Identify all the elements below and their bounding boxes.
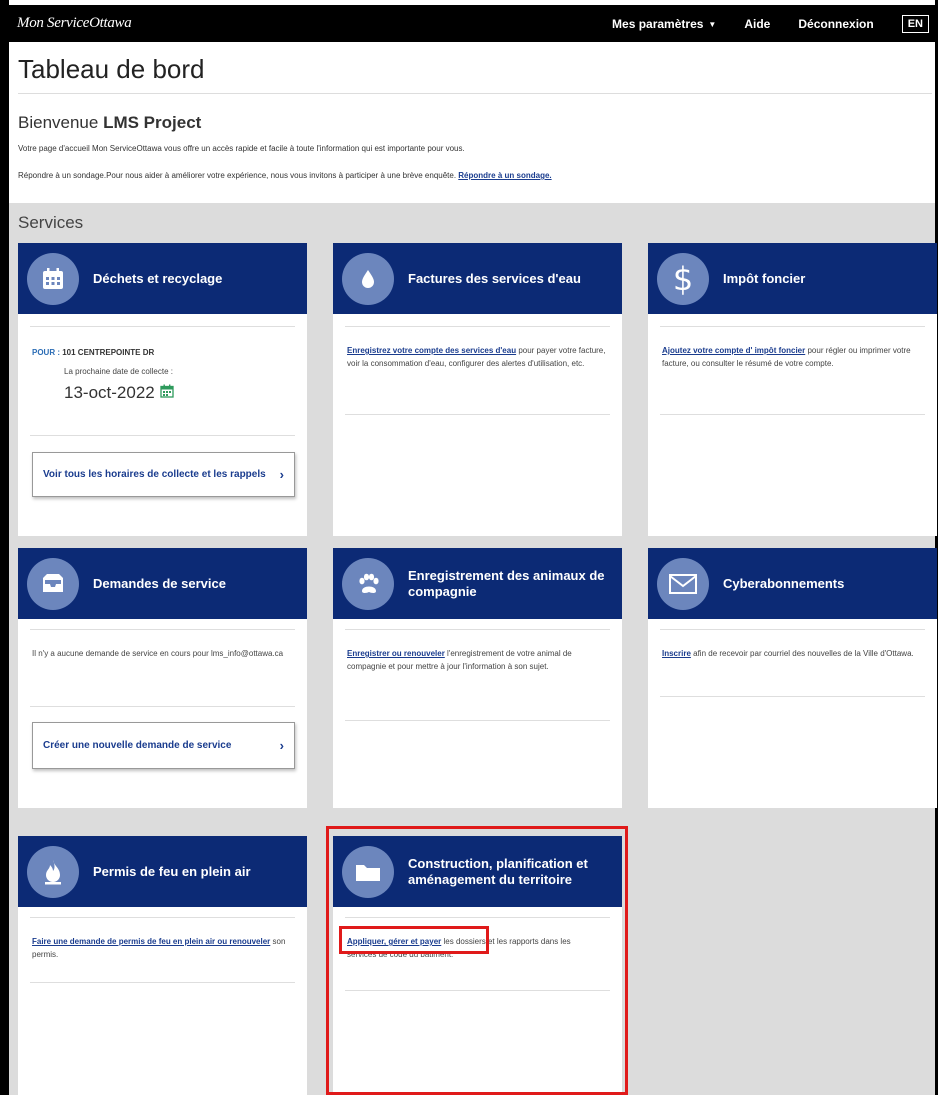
apply-fire-permit-link[interactable]: Faire une demande de permis de feu en pl… bbox=[32, 937, 270, 946]
divider bbox=[30, 982, 295, 983]
property-tax-card-title: Impôt foncier bbox=[723, 270, 806, 286]
welcome-prefix: Bienvenue bbox=[18, 113, 104, 132]
water-bills-card: Factures des services d'eau Enregistrez … bbox=[333, 243, 622, 536]
service-requests-card: Demandes de service Il n'y a aucune dema… bbox=[18, 548, 307, 808]
property-tax-card-header[interactable]: $ Impôt foncier bbox=[648, 243, 937, 314]
envelope-icon bbox=[657, 557, 709, 610]
survey-text: Répondre à un sondage.Pour nous aider à … bbox=[18, 171, 552, 180]
chevron-right-icon: › bbox=[279, 467, 284, 482]
pour-label: POUR : bbox=[32, 348, 60, 357]
open-air-fire-permit-text: Faire une demande de permis de feu en pl… bbox=[32, 935, 294, 961]
e-subscriptions-card: Cyberabonnements Inscrire afin de recevo… bbox=[648, 548, 937, 808]
divider bbox=[660, 414, 925, 415]
divider bbox=[660, 326, 925, 327]
next-collection-date-value: 13-oct-2022 bbox=[64, 383, 155, 402]
settings-menu-label: Mes paramètres bbox=[612, 16, 704, 31]
site-logo[interactable]: Mon ServiceOttawa bbox=[17, 15, 132, 32]
highlight-box bbox=[326, 826, 628, 1095]
welcome-message: Bienvenue LMS Project bbox=[18, 113, 201, 133]
water-bills-card-title: Factures des services d'eau bbox=[408, 270, 581, 286]
language-toggle-button[interactable]: EN bbox=[901, 14, 929, 33]
divider bbox=[30, 435, 295, 436]
divider bbox=[30, 706, 295, 707]
open-air-fire-permit-card-title: Permis de feu en plein air bbox=[93, 863, 251, 879]
page-title: Tableau de bord bbox=[18, 54, 205, 84]
property-tax-card: $ Impôt foncier Ajoutez votre compte d' … bbox=[648, 243, 937, 536]
water-bills-card-header[interactable]: Factures des services d'eau bbox=[333, 243, 622, 314]
settings-menu[interactable]: Mes paramètres ▼ bbox=[612, 17, 716, 31]
divider bbox=[660, 629, 925, 630]
paw-icon bbox=[342, 557, 394, 610]
survey-link[interactable]: Répondre à un sondage. bbox=[458, 171, 551, 180]
top-navigation-bar: Mon ServiceOttawa Mes paramètres ▼ Aide D… bbox=[9, 5, 935, 42]
next-collection-label: La prochaine date de collecte : bbox=[64, 367, 173, 376]
highlight-box bbox=[339, 926, 489, 954]
service-requests-text: Il n'y a aucune demande de service en co… bbox=[32, 649, 284, 658]
register-water-account-link[interactable]: Enregistrez votre compte des services d'… bbox=[347, 346, 516, 355]
water-bills-text: Enregistrez votre compte des services d'… bbox=[347, 344, 609, 370]
survey-description: Répondre à un sondage.Pour nous aider à … bbox=[18, 171, 459, 180]
pet-registration-text: Enregistrer ou renouveler l'enregistreme… bbox=[347, 647, 609, 673]
waste-card: Déchets et recyclage POUR : 101 CENTREPO… bbox=[18, 243, 307, 536]
service-requests-card-title: Demandes de service bbox=[93, 575, 226, 591]
divider bbox=[345, 414, 610, 415]
dollar-icon: $ bbox=[657, 252, 709, 305]
divider bbox=[30, 326, 295, 327]
open-air-fire-permit-card: Permis de feu en plein air Faire une dem… bbox=[18, 836, 307, 1095]
waste-card-header[interactable]: Déchets et recyclage bbox=[18, 243, 307, 314]
open-air-fire-permit-card-header[interactable]: Permis de feu en plein air bbox=[18, 836, 307, 907]
logout-link[interactable]: Déconnexion bbox=[798, 17, 873, 31]
e-subscriptions-card-header[interactable]: Cyberabonnements bbox=[648, 548, 937, 619]
divider bbox=[345, 629, 610, 630]
calendar-icon bbox=[27, 252, 79, 305]
intro-text: Votre page d'accueil Mon ServiceOttawa v… bbox=[18, 144, 465, 153]
divider bbox=[18, 93, 932, 94]
chevron-right-icon: › bbox=[279, 738, 284, 753]
caret-down-icon: ▼ bbox=[708, 19, 717, 29]
service-requests-card-header[interactable]: Demandes de service bbox=[18, 548, 307, 619]
address-value: 101 CENTREPOINTE DR bbox=[62, 348, 155, 357]
view-collection-schedules-label: Voir tous les horaires de collecte et le… bbox=[43, 468, 266, 480]
register-renew-pet-link[interactable]: Enregistrer ou renouveler bbox=[347, 649, 445, 658]
divider bbox=[660, 696, 925, 697]
property-tax-text: Ajoutez votre compte d' impôt foncier po… bbox=[662, 344, 924, 370]
divider bbox=[345, 326, 610, 327]
e-subscriptions-card-title: Cyberabonnements bbox=[723, 575, 845, 591]
waste-card-title: Déchets et recyclage bbox=[93, 270, 223, 286]
add-property-tax-account-link[interactable]: Ajoutez votre compte d' impôt foncier bbox=[662, 346, 805, 355]
inbox-icon bbox=[27, 557, 79, 610]
services-heading: Services bbox=[18, 213, 84, 232]
subscribe-link[interactable]: Inscrire bbox=[662, 649, 691, 658]
calendar-icon bbox=[160, 383, 174, 403]
water-drop-icon bbox=[342, 252, 394, 305]
next-collection-date: 13-oct-2022 bbox=[64, 383, 174, 403]
divider bbox=[345, 720, 610, 721]
view-collection-schedules-button[interactable]: Voir tous les horaires de collecte et le… bbox=[32, 452, 295, 497]
create-service-request-button[interactable]: Créer une nouvelle demande de service › bbox=[32, 722, 295, 769]
user-name: LMS Project bbox=[103, 113, 202, 132]
divider bbox=[30, 629, 295, 630]
help-link[interactable]: Aide bbox=[744, 17, 770, 31]
divider bbox=[30, 917, 295, 918]
flame-icon bbox=[27, 845, 79, 898]
e-subscriptions-text: Inscrire afin de recevoir par courriel d… bbox=[662, 647, 924, 660]
pet-registration-card-title: Enregistrement des animaux de compagnie bbox=[408, 567, 605, 599]
pet-registration-card-header[interactable]: Enregistrement des animaux de compagnie bbox=[333, 548, 622, 619]
collection-address: POUR : 101 CENTREPOINTE DR bbox=[32, 348, 154, 357]
pet-registration-card: Enregistrement des animaux de compagnie … bbox=[333, 548, 622, 808]
e-subscriptions-description: afin de recevoir par courriel des nouvel… bbox=[690, 649, 914, 658]
top-nav: Mes paramètres ▼ Aide Déconnexion EN bbox=[612, 5, 935, 42]
create-service-request-label: Créer une nouvelle demande de service bbox=[43, 739, 232, 751]
